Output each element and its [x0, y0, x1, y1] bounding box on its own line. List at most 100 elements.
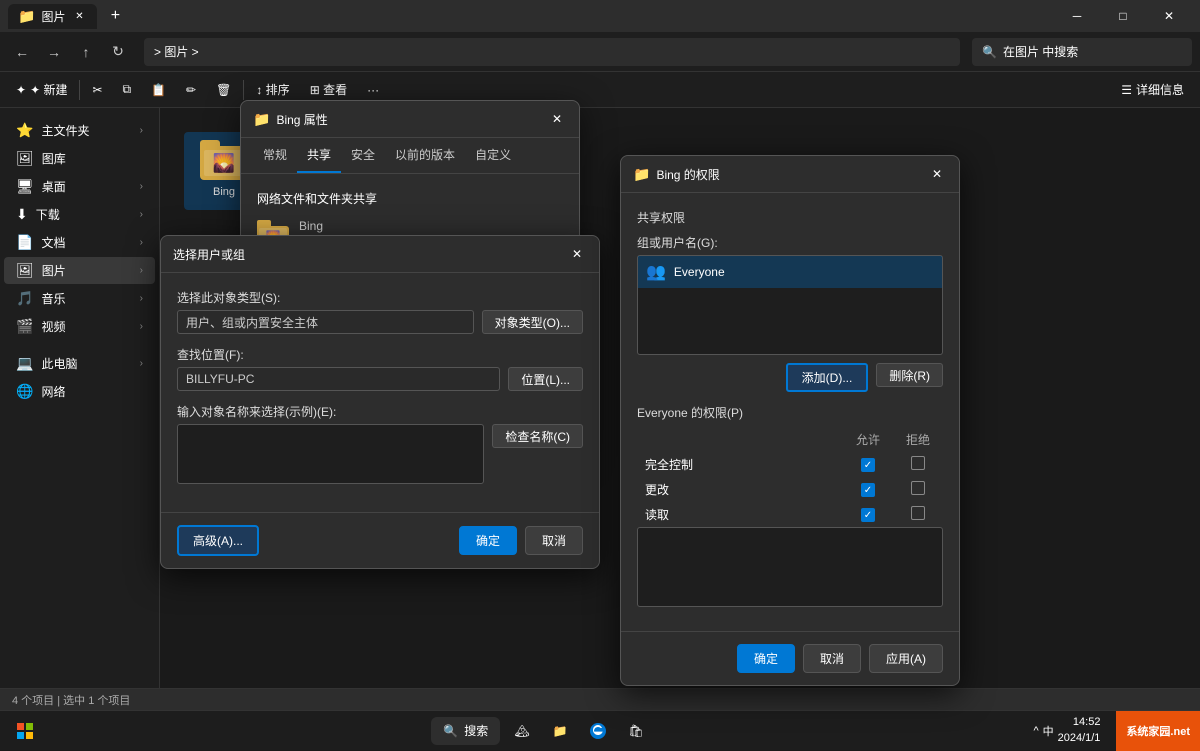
sidebar-item-network[interactable]: 🌐 网络: [4, 378, 155, 405]
bing-props-close-button[interactable]: ✕: [547, 109, 567, 129]
tab-close-btn[interactable]: ✕: [71, 8, 87, 24]
address-bar[interactable]: > 图片 >: [144, 38, 960, 66]
detail-icon: ☰: [1121, 83, 1132, 97]
obj-type-field-row: 用户、组或内置安全主体 对象类型(O)...: [177, 310, 583, 334]
location-button[interactable]: 位置(L)...: [508, 367, 583, 391]
copy-button[interactable]: ⧉: [115, 76, 140, 104]
search-icon: 🔍: [982, 45, 997, 59]
search-bar[interactable]: 🔍 在图片 中搜索: [972, 38, 1192, 66]
name-input[interactable]: [177, 424, 484, 484]
window-controls: ─ □ ✕: [1054, 0, 1192, 32]
sidebar-item-pictures[interactable]: 🖼 图片 ›: [4, 257, 155, 284]
bing-perms-title: Bing 的权限: [656, 166, 921, 183]
bing-perms-footer: 确定 取消 应用(A): [621, 631, 959, 685]
titlebar: 📁 图片 ✕ + ─ □ ✕: [0, 0, 1200, 32]
taskbar-center: 🔍 搜索 🏔 📁 🛍: [50, 715, 1033, 747]
tray-arrow[interactable]: ^: [1033, 725, 1038, 737]
taskbar-edge[interactable]: [582, 715, 614, 747]
allow-checkbox[interactable]: ✓: [861, 458, 875, 472]
paste-icon: 📋: [151, 83, 166, 97]
bing-perms-ok-button[interactable]: 确定: [737, 644, 795, 673]
close-button[interactable]: ✕: [1146, 0, 1192, 32]
name-field-row: 检查名称(C): [177, 424, 583, 484]
sidebar-item-label: 桌面: [42, 178, 66, 195]
name-row: 输入对象名称来选择(示例)(E): 检查名称(C): [177, 403, 583, 484]
sidebar-item-label: 文档: [41, 234, 65, 251]
paste-button[interactable]: 📋: [143, 76, 174, 104]
sidebar-item-home[interactable]: ⭐ 主文件夹 ›: [4, 117, 155, 144]
new-tab-button[interactable]: +: [101, 2, 129, 30]
forward-button[interactable]: →: [40, 38, 68, 66]
sidebar-item-music[interactable]: 🎵 音乐 ›: [4, 285, 155, 312]
deny-checkbox[interactable]: [911, 506, 925, 520]
up-button[interactable]: ↑: [72, 38, 100, 66]
bing-perms-titlebar: 📁 Bing 的权限 ✕: [621, 156, 959, 193]
videos-icon: 🎬: [16, 318, 33, 335]
tab-customize[interactable]: 自定义: [465, 138, 521, 173]
select-user-ok-button[interactable]: 确定: [459, 526, 517, 555]
downloads-icon: ⬇: [16, 206, 28, 223]
sidebar-item-desktop[interactable]: 🖥 桌面 ›: [4, 173, 155, 200]
file-name: Bing: [213, 186, 235, 198]
tab-sharing[interactable]: 共享: [297, 138, 341, 173]
taskbar-explorer[interactable]: 📁: [544, 715, 576, 747]
select-user-close-button[interactable]: ✕: [567, 244, 587, 264]
explorer-tab[interactable]: 📁 图片 ✕: [8, 4, 97, 29]
detail-info-button[interactable]: ☰ 详细信息: [1113, 76, 1192, 104]
deny-checkbox[interactable]: [911, 481, 925, 495]
sidebar-item-videos[interactable]: 🎬 视频 ›: [4, 313, 155, 340]
tab-previous-versions[interactable]: 以前的版本: [385, 138, 465, 173]
allow-checkbox[interactable]: ✓: [861, 508, 875, 522]
add-button[interactable]: 添加(D)...: [786, 363, 869, 392]
expand-icon: ›: [140, 181, 143, 192]
check-name-button[interactable]: 检查名称(C): [492, 424, 583, 448]
new-button[interactable]: ✦ ✦ 新建: [8, 76, 75, 104]
select-user-title: 选择用户或组: [173, 246, 561, 263]
back-button[interactable]: ←: [8, 38, 36, 66]
computer-icon: 💻: [16, 355, 33, 372]
music-icon: 🎵: [16, 290, 33, 307]
tab-general[interactable]: 常规: [253, 138, 297, 173]
remove-button[interactable]: 删除(R): [876, 363, 943, 387]
minimize-button[interactable]: ─: [1054, 0, 1100, 32]
obj-type-button[interactable]: 对象类型(O)...: [482, 310, 583, 334]
deny-checkbox[interactable]: [911, 456, 925, 470]
taskbar-brand: 系统家园.net: [1116, 711, 1200, 751]
maximize-button[interactable]: □: [1100, 0, 1146, 32]
allow-checkbox[interactable]: ✓: [861, 483, 875, 497]
tab-security[interactable]: 安全: [341, 138, 385, 173]
taskbar-store[interactable]: 🛍: [620, 715, 652, 747]
user-list-item[interactable]: 👥 Everyone: [638, 256, 942, 288]
select-user-body: 选择此对象类型(S): 用户、组或内置安全主体 对象类型(O)... 查找位置(…: [161, 273, 599, 512]
bing-perms-apply-button[interactable]: 应用(A): [869, 644, 943, 673]
bing-perms-cancel-button[interactable]: 取消: [803, 644, 861, 673]
sidebar-item-documents[interactable]: 📄 文档 ›: [4, 229, 155, 256]
bing-props-tabs: 常规 共享 安全 以前的版本 自定义: [241, 138, 579, 174]
sidebar-item-downloads[interactable]: ⬇ 下载 ›: [4, 201, 155, 228]
expand-icon: ›: [140, 293, 143, 304]
bing-perms-close-button[interactable]: ✕: [927, 164, 947, 184]
cut-button[interactable]: ✂: [84, 76, 110, 104]
share-perms-label: 共享权限: [637, 209, 943, 226]
select-user-titlebar: 选择用户或组 ✕: [161, 236, 599, 273]
rename-icon: ✏: [186, 83, 196, 97]
select-user-cancel-button[interactable]: 取消: [525, 526, 583, 555]
sidebar-item-this-pc[interactable]: 💻 此电脑 ›: [4, 350, 155, 377]
delete-button[interactable]: 🗑: [208, 76, 239, 104]
bing-props-titlebar: 📁 Bing 属性 ✕: [241, 101, 579, 138]
deny-checkbox-cell: [893, 477, 943, 502]
perms-everyone-label: Everyone 的权限(P): [637, 404, 943, 421]
documents-icon: 📄: [16, 234, 33, 251]
deny-checkbox-cell: [893, 452, 943, 477]
start-button[interactable]: [0, 723, 50, 739]
expand-icon: ›: [140, 321, 143, 332]
sharing-section-title: 网络文件和文件夹共享: [257, 190, 563, 207]
refresh-button[interactable]: ↻: [104, 38, 132, 66]
sidebar-item-gallery[interactable]: 🖼 图库: [4, 145, 155, 172]
taskbar-search[interactable]: 🔍 搜索: [431, 717, 500, 745]
name-label: 输入对象名称来选择(示例)(E):: [177, 403, 583, 420]
cut-icon: ✂: [92, 83, 102, 97]
rename-button[interactable]: ✏: [178, 76, 204, 104]
taskbar-widgets[interactable]: 🏔: [506, 715, 538, 747]
advanced-button[interactable]: 高级(A)...: [177, 525, 259, 556]
